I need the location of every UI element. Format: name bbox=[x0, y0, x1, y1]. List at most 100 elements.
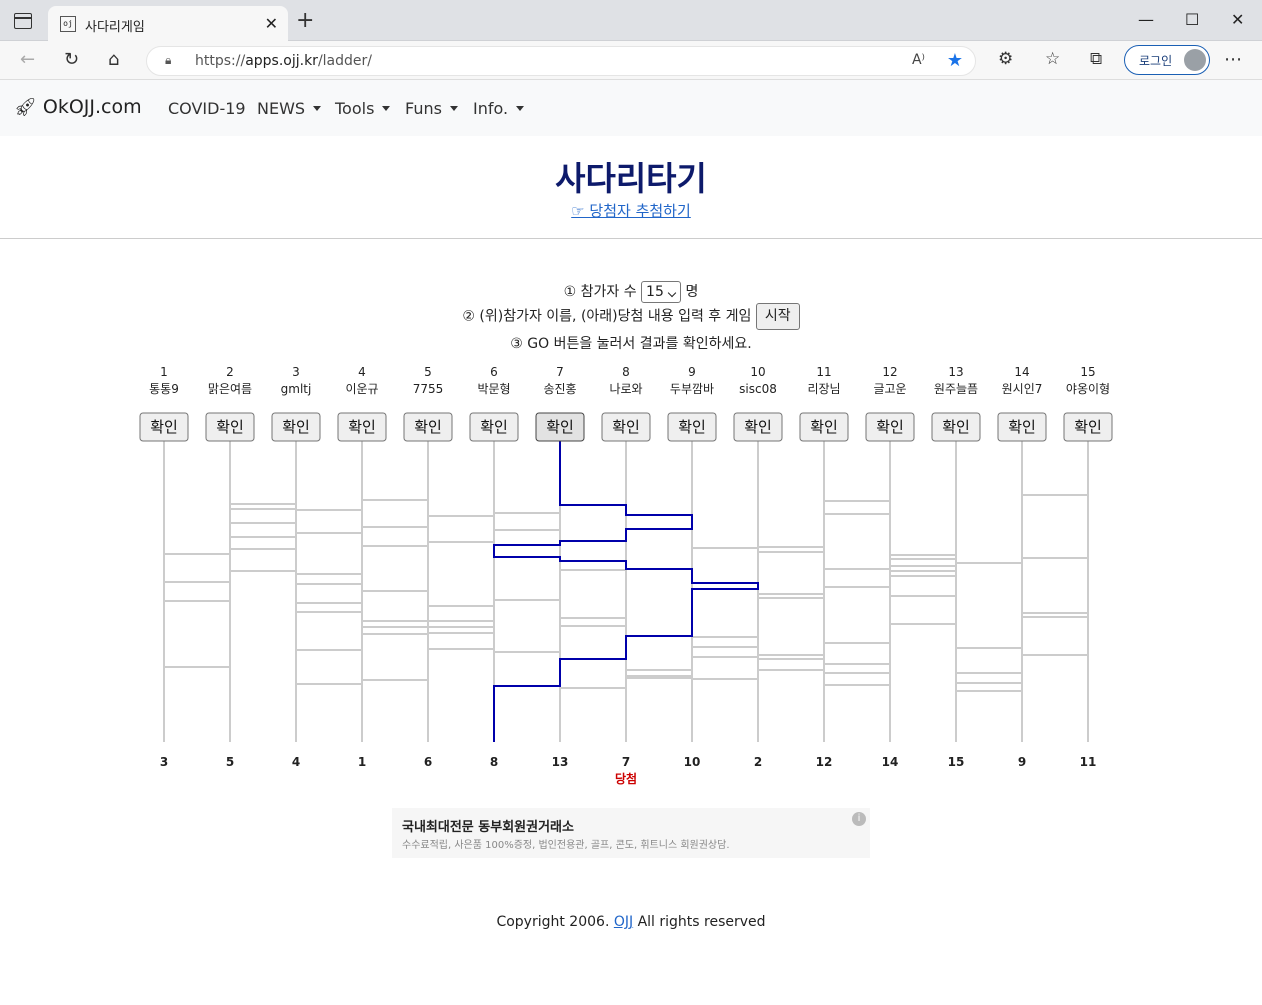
confirm-button-label: 확인 bbox=[150, 418, 178, 436]
result-value: 5 bbox=[226, 755, 234, 769]
divider bbox=[0, 238, 1262, 239]
favorite-star-icon[interactable]: ★ bbox=[947, 50, 963, 71]
result-value: 14 bbox=[882, 755, 899, 769]
player-number: 11 bbox=[816, 365, 831, 379]
address-toolbar: ← ↻ ⌂ 🔒︎ https://apps.ojj.kr/ladder/ A⁾ … bbox=[0, 41, 1262, 80]
player-number: 9 bbox=[688, 365, 696, 379]
brand-link[interactable]: 🚀︎ OkOJJ.com bbox=[14, 96, 142, 118]
player-number: 10 bbox=[750, 365, 765, 379]
tab-title: 사다리게임 bbox=[85, 20, 145, 35]
confirm-button-label: 확인 bbox=[480, 418, 508, 436]
ad-banner[interactable]: 국내최대전문 동부회원권거래소 수수료적립, 사은품 100%증정, 법인전용관… bbox=[392, 808, 870, 858]
close-tab-icon[interactable]: ✕ bbox=[265, 14, 278, 33]
winner-label: 당첨 bbox=[615, 771, 637, 786]
confirm-button-label: 확인 bbox=[810, 418, 838, 436]
url-bar[interactable]: 🔒︎ https://apps.ojj.kr/ladder/ A⁾ ★ bbox=[146, 46, 976, 76]
result-value: 7 bbox=[622, 755, 630, 769]
confirm-button-label: 확인 bbox=[216, 418, 244, 436]
player-name: 원시인7 bbox=[1002, 382, 1043, 396]
result-value: 8 bbox=[490, 755, 498, 769]
minimize-icon[interactable]: — bbox=[1138, 10, 1154, 29]
player-number: 15 bbox=[1080, 365, 1095, 379]
ad-description: 수수료적립, 사은품 100%증정, 법인전용관, 골프, 콘도, 휘트니스 회… bbox=[402, 840, 730, 851]
nav-tools[interactable]: Tools bbox=[335, 99, 390, 118]
site-navbar: 🚀︎ OkOJJ.com COVID-19 NEWS Tools Funs Inf… bbox=[0, 80, 1262, 136]
player-number: 4 bbox=[358, 365, 366, 379]
tab-actions-icon[interactable] bbox=[14, 13, 32, 29]
player-number: 8 bbox=[622, 365, 630, 379]
result-value: 10 bbox=[684, 755, 701, 769]
refresh-icon[interactable]: ↻ bbox=[64, 49, 79, 70]
confirm-button-label: 확인 bbox=[1008, 418, 1036, 436]
result-value: 13 bbox=[552, 755, 569, 769]
player-name: 박문형 bbox=[477, 382, 510, 396]
nav-info[interactable]: Info. bbox=[473, 99, 524, 118]
result-value: 11 bbox=[1080, 755, 1097, 769]
maximize-icon[interactable]: ☐ bbox=[1185, 10, 1199, 29]
favorites-icon[interactable]: ☆ bbox=[1045, 49, 1060, 69]
result-value: 4 bbox=[292, 755, 300, 769]
player-name: 나로와 bbox=[609, 382, 642, 396]
player-number: 7 bbox=[556, 365, 564, 379]
player-name: 글고운 bbox=[873, 382, 906, 396]
confirm-button-label: 확인 bbox=[1074, 418, 1102, 436]
back-icon[interactable]: ← bbox=[20, 49, 35, 70]
player-name: 통통9 bbox=[149, 382, 179, 396]
login-label: 로그인 bbox=[1139, 54, 1173, 68]
step-3: ③ GO 버튼을 눌러서 결과를 확인하세요. bbox=[510, 336, 752, 352]
ojj-link[interactable]: OJJ bbox=[614, 914, 633, 930]
profile-login-button[interactable]: 로그인 bbox=[1124, 45, 1210, 75]
close-window-icon[interactable]: ✕ bbox=[1231, 10, 1244, 29]
player-number: 3 bbox=[292, 365, 300, 379]
player-number: 14 bbox=[1014, 365, 1029, 379]
start-button[interactable]: 시작 bbox=[755, 303, 800, 330]
step-2: ② (위)참가자 이름, (아래)당첨 내용 입력 후 게임 시작 bbox=[0, 303, 1262, 330]
player-name: sisc08 bbox=[739, 382, 777, 396]
result-value: 1 bbox=[358, 755, 366, 769]
step-1-suffix: 명 bbox=[685, 284, 699, 300]
result-value: 6 bbox=[424, 755, 432, 769]
info-icon[interactable]: i bbox=[852, 812, 866, 826]
step-1: ① 참가자 수 15 명 bbox=[0, 281, 1262, 303]
copyright-prefix: Copyright 2006. bbox=[496, 914, 610, 930]
confirm-button-label: 확인 bbox=[876, 418, 904, 436]
avatar bbox=[1184, 49, 1206, 71]
confirm-button-label: 확인 bbox=[546, 418, 574, 436]
url-text[interactable]: https://apps.ojj.kr/ladder/ bbox=[195, 53, 372, 69]
player-name: 원주늘픔 bbox=[934, 382, 978, 396]
read-aloud-icon[interactable]: A⁾ bbox=[912, 52, 925, 68]
player-name: gmltj bbox=[281, 382, 312, 396]
nav-funs[interactable]: Funs bbox=[405, 99, 458, 118]
new-tab-icon[interactable]: + bbox=[296, 8, 314, 33]
lock-icon: 🔒︎ bbox=[165, 53, 172, 67]
step-2-label: ② (위)참가자 이름, (아래)당첨 내용 입력 후 게임 bbox=[462, 308, 752, 325]
copyright: Copyright 2006. OJJ All rights reserved bbox=[0, 914, 1262, 930]
player-name: 야옹이형 bbox=[1066, 382, 1110, 396]
player-name: 7755 bbox=[413, 382, 444, 396]
ladder-board: 1 통통9 확인 2 맑은여름확인 3 gmltj 확인 4 이운규확인 5 7755 확인 6 박문형확인… bbox=[139, 365, 1113, 786]
draw-winner-link[interactable]: ☞ 당첨자 추첨하기 bbox=[0, 200, 1262, 221]
confirm-button-label: 확인 bbox=[282, 418, 310, 436]
confirm-button-label: 확인 bbox=[414, 418, 442, 436]
result-value: 3 bbox=[160, 755, 168, 769]
nav-news[interactable]: NEWS bbox=[257, 99, 321, 118]
extensions-icon[interactable]: ⚙ bbox=[998, 49, 1013, 69]
participant-count-select[interactable]: 15 bbox=[641, 281, 682, 303]
player-name: 맑은여름 bbox=[208, 382, 252, 396]
browser-tab[interactable]: oj 사다리게임 ✕ bbox=[48, 6, 288, 42]
rocket-icon: 🚀︎ bbox=[14, 97, 37, 118]
home-icon[interactable]: ⌂ bbox=[108, 49, 119, 70]
result-value: 15 bbox=[948, 755, 965, 769]
browser-tabbar: oj 사다리게임 ✕ + — ☐ ✕ bbox=[0, 0, 1262, 42]
result-value: 2 bbox=[754, 755, 762, 769]
nav-covid[interactable]: COVID-19 bbox=[168, 99, 246, 118]
confirm-button-label: 확인 bbox=[612, 418, 640, 436]
confirm-button-label: 확인 bbox=[678, 418, 706, 436]
player-name: 이운규 bbox=[345, 382, 378, 396]
player-number: 2 bbox=[226, 365, 234, 379]
collections-icon[interactable]: ⧉ bbox=[1090, 49, 1102, 69]
more-options-icon[interactable]: ⋯ bbox=[1224, 49, 1242, 70]
player-number: 12 bbox=[882, 365, 897, 379]
copyright-suffix: All rights reserved bbox=[637, 914, 766, 930]
player-number: 1 bbox=[160, 365, 168, 379]
